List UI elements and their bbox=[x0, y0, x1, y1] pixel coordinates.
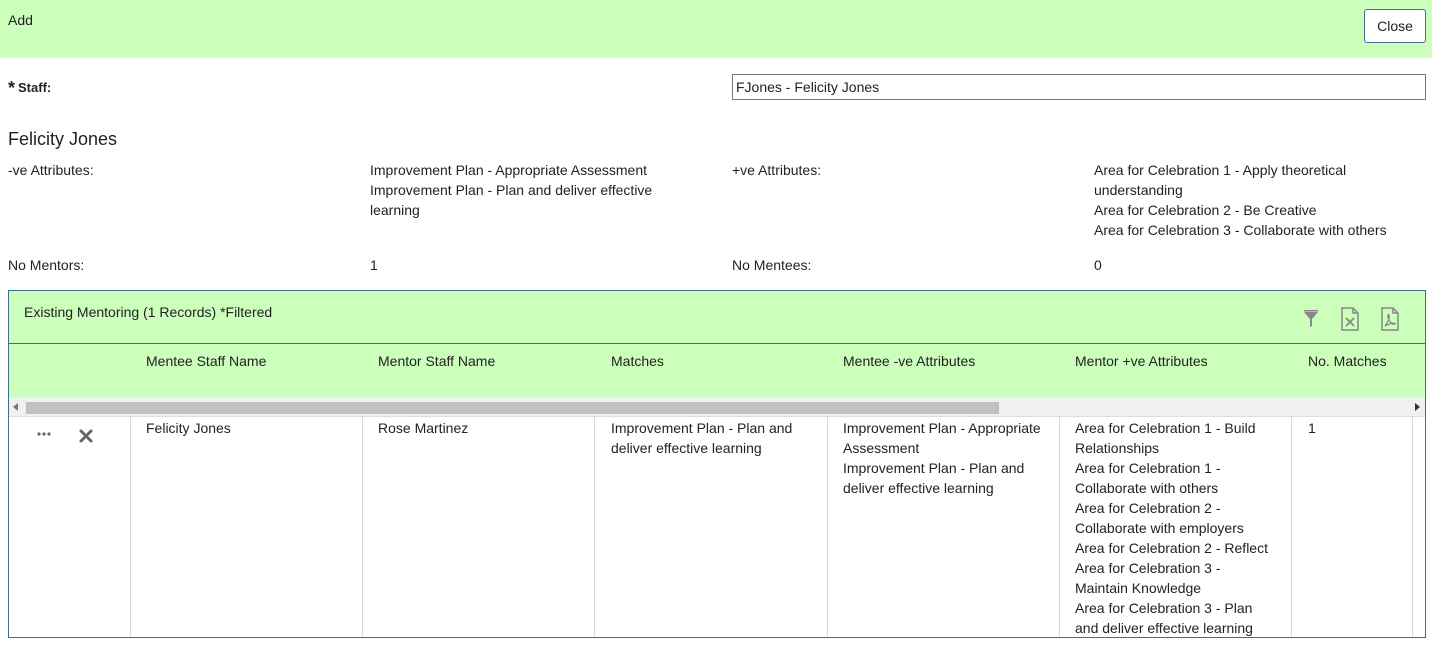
cell-line: Collaborate with others bbox=[1075, 480, 1219, 496]
neg-attributes-list: Improvement Plan - Appropriate Assessmen… bbox=[370, 160, 652, 220]
cell-line: Collaborate with employers bbox=[1075, 520, 1244, 536]
mentee-neg-attributes-cell: Improvement Plan - Appropriate Assessmen… bbox=[843, 418, 1041, 498]
column-header-matches[interactable]: Matches bbox=[611, 353, 664, 369]
mentor-pos-attributes-cell: Area for Celebration 1 - Build Relations… bbox=[1075, 418, 1268, 637]
pos-attribute-line: Area for Celebration 2 - Be Creative bbox=[1094, 202, 1317, 218]
cell-line: Area for Celebration 2 - bbox=[1075, 500, 1221, 516]
cell-line: deliver effective learning bbox=[843, 480, 994, 496]
column-divider bbox=[1291, 417, 1292, 637]
column-divider bbox=[1412, 417, 1413, 637]
existing-mentoring-panel: Existing Mentoring (1 Records) *Filtered… bbox=[8, 290, 1426, 638]
filter-icon[interactable] bbox=[1300, 307, 1322, 331]
staff-input[interactable] bbox=[732, 74, 1426, 100]
column-divider bbox=[362, 417, 363, 637]
mentees-count-value: 0 bbox=[1094, 257, 1102, 273]
mentee-name-cell: Felicity Jones bbox=[146, 420, 231, 436]
person-name: Felicity Jones bbox=[8, 129, 118, 149]
dialog-header: Add Close bbox=[0, 0, 1432, 58]
column-header-num-matches[interactable]: No. Matches bbox=[1308, 353, 1387, 369]
cell-line: Improvement Plan - Plan and bbox=[843, 460, 1025, 476]
neg-attributes-label: -ve Attributes: bbox=[8, 162, 94, 178]
staff-label: Staff: bbox=[18, 80, 52, 95]
column-divider bbox=[1059, 417, 1060, 637]
cell-line: Improvement Plan - Appropriate bbox=[843, 420, 1041, 436]
delete-icon[interactable] bbox=[79, 429, 93, 443]
more-options-icon[interactable] bbox=[36, 431, 52, 437]
pos-attribute-line: Area for Celebration 3 - Collaborate wit… bbox=[1094, 222, 1387, 238]
neg-attribute-line: Improvement Plan - Plan and deliver effe… bbox=[370, 182, 653, 198]
pdf-export-icon[interactable] bbox=[1379, 307, 1401, 331]
pos-attribute-line: Area for Celebration 1 - Apply theoretic… bbox=[1094, 162, 1347, 178]
cell-line: Area for Celebration 1 - bbox=[1075, 460, 1221, 476]
panel-title: Existing Mentoring (1 Records) *Filtered bbox=[24, 304, 273, 320]
column-header-mentor-name[interactable]: Mentor Staff Name bbox=[378, 353, 495, 369]
column-divider bbox=[130, 417, 131, 637]
neg-attribute-line: Improvement Plan - Appropriate Assessmen… bbox=[370, 162, 648, 178]
pos-attributes-label: +ve Attributes: bbox=[732, 162, 822, 178]
cell-line: Improvement Plan - Plan and bbox=[611, 420, 793, 436]
cell-line: Assessment bbox=[843, 440, 920, 456]
cell-line: deliver effective learning bbox=[611, 440, 762, 456]
cell-line: Area for Celebration 3 - bbox=[1075, 560, 1221, 576]
column-header-mentee-name[interactable]: Mentee Staff Name bbox=[146, 353, 266, 369]
mentor-name-cell: Rose Martinez bbox=[378, 420, 469, 436]
column-divider bbox=[827, 417, 828, 637]
mentees-count-label: No Mentees: bbox=[732, 257, 812, 273]
mentors-count-value: 1 bbox=[370, 257, 378, 273]
cell-line: Area for Celebration 3 - Plan bbox=[1075, 600, 1253, 616]
column-divider bbox=[594, 417, 595, 637]
excel-export-icon[interactable] bbox=[1339, 307, 1361, 331]
pos-attributes-list: Area for Celebration 1 - Apply theoretic… bbox=[1094, 160, 1387, 240]
mentors-count-label: No Mentors: bbox=[8, 257, 85, 273]
cell-line: and deliver effective learning bbox=[1075, 620, 1253, 636]
cell-line: Area for Celebration 2 - Reflect bbox=[1075, 540, 1268, 556]
neg-attribute-line: learning bbox=[370, 202, 420, 218]
cell-line: Relationships bbox=[1075, 440, 1160, 456]
column-header-mentor-pos-attributes[interactable]: Mentor +ve Attributes bbox=[1075, 353, 1208, 369]
cell-line: Area for Celebration 1 - Build bbox=[1075, 420, 1256, 436]
num-matches-cell: 1 bbox=[1308, 420, 1316, 436]
horizontal-scrollbar[interactable] bbox=[9, 397, 1425, 417]
panel-header: Existing Mentoring (1 Records) *Filtered bbox=[9, 291, 1425, 343]
scrollbar-thumb[interactable] bbox=[26, 402, 999, 414]
staff-field-label: * Staff: bbox=[8, 76, 52, 98]
dialog-title: Add bbox=[8, 12, 33, 28]
table-header-row: Mentee Staff Name Mentor Staff Name Matc… bbox=[9, 343, 1425, 397]
matches-cell: Improvement Plan - Plan and deliver effe… bbox=[611, 418, 792, 458]
cell-line: Maintain Knowledge bbox=[1075, 580, 1202, 596]
column-header-mentee-neg-attributes[interactable]: Mentee -ve Attributes bbox=[843, 353, 975, 369]
scroll-left-arrow-icon[interactable] bbox=[13, 403, 18, 411]
pos-attribute-line: understanding bbox=[1094, 182, 1183, 198]
required-marker: * bbox=[8, 78, 16, 98]
scroll-right-arrow-icon[interactable] bbox=[1415, 403, 1420, 411]
table-row: Felicity Jones Rose Martinez Improvement… bbox=[9, 417, 1425, 637]
close-button[interactable]: Close bbox=[1364, 9, 1426, 43]
